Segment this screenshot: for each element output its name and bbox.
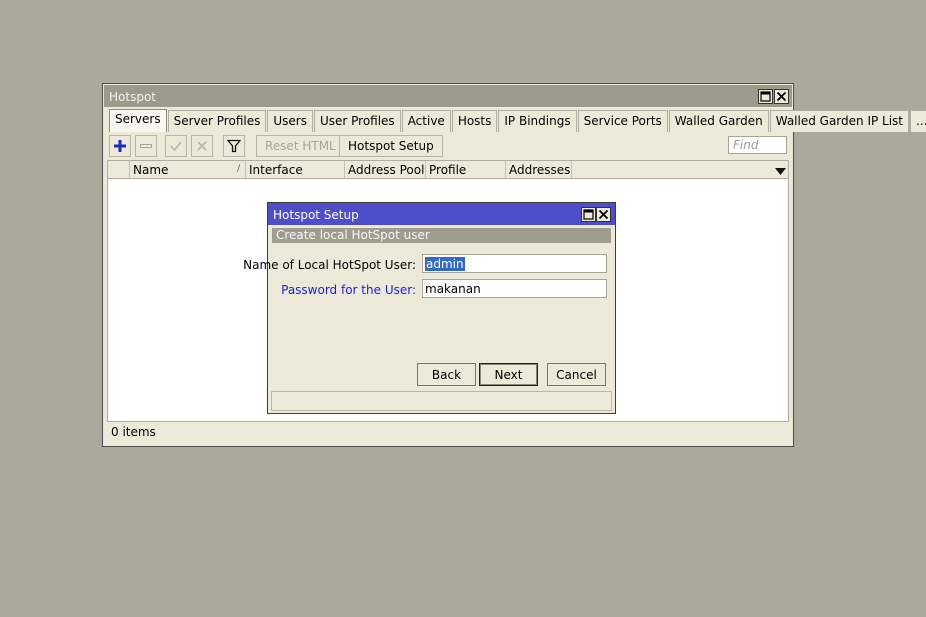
maximize-button[interactable]	[758, 89, 773, 104]
close-button[interactable]	[774, 89, 789, 104]
tab-servers[interactable]: Servers	[109, 109, 167, 132]
cross-icon	[197, 141, 207, 151]
column-address-pool[interactable]: Address Pool	[345, 161, 426, 178]
tab-walled-garden-ip-list[interactable]: Walled Garden IP List	[769, 110, 910, 132]
plus-icon	[114, 140, 126, 152]
window-titlebar[interactable]: Hotspot	[104, 85, 792, 107]
tab-ip-bindings[interactable]: IP Bindings	[498, 110, 577, 132]
tab-users[interactable]: Users	[267, 110, 313, 132]
local-user-name-value: admin	[425, 257, 465, 271]
password-value: makanan	[425, 282, 481, 296]
password-label: Password for the User:	[281, 283, 416, 297]
tab-walled-garden[interactable]: Walled Garden	[668, 110, 769, 132]
status-bar: 0 items	[111, 425, 156, 439]
local-user-name-label: Name of Local HotSpot User:	[243, 258, 416, 272]
tab-bar: Servers Server Profiles Users User Profi…	[109, 109, 926, 132]
maximize-icon	[760, 91, 771, 102]
tab-hosts[interactable]: Hosts	[451, 110, 498, 132]
hotspot-setup-dialog: Hotspot Setup Create local HotSpot user …	[243, 202, 616, 414]
column-interface[interactable]: Interface	[246, 161, 345, 178]
filter-button[interactable]	[223, 135, 245, 157]
hotspot-setup-button[interactable]: Hotspot Setup	[339, 135, 443, 157]
window-title: Hotspot	[109, 90, 156, 104]
close-icon	[776, 91, 787, 102]
dialog-step-header: Create local HotSpot user	[272, 228, 611, 243]
filter-icon	[227, 139, 241, 153]
dialog-status-bar	[271, 391, 612, 411]
remove-button[interactable]	[135, 135, 157, 157]
local-user-name-input[interactable]: admin	[422, 254, 607, 273]
close-icon	[598, 209, 609, 220]
back-button[interactable]: Back	[417, 363, 476, 386]
tab-service-ports[interactable]: Service Ports	[577, 110, 668, 132]
column-name[interactable]: Name /	[130, 161, 246, 178]
dialog-maximize-button[interactable]	[581, 207, 596, 222]
cancel-button[interactable]: Cancel	[547, 363, 606, 386]
tab-server-profiles[interactable]: Server Profiles	[167, 110, 267, 132]
disable-button[interactable]	[191, 135, 213, 157]
find-input[interactable]: Find	[728, 136, 787, 154]
chevron-down-icon	[775, 168, 786, 175]
next-button[interactable]: Next	[479, 363, 538, 386]
add-button[interactable]	[109, 135, 131, 157]
reset-html-button[interactable]: Reset HTML	[256, 135, 345, 157]
dialog-titlebar[interactable]: Hotspot Setup	[268, 203, 615, 225]
maximize-icon	[583, 209, 594, 220]
dialog-title: Hotspot Setup	[273, 208, 359, 222]
password-input[interactable]: makanan	[422, 279, 607, 298]
dialog-close-button[interactable]	[596, 207, 611, 222]
tab-active[interactable]: Active	[401, 110, 451, 132]
checkmark-icon	[170, 141, 182, 152]
minus-icon	[140, 144, 152, 148]
tab-more[interactable]: ...	[910, 110, 926, 132]
column-name-label: Name	[133, 163, 169, 177]
column-addresses[interactable]: Addresses ...	[506, 161, 572, 178]
column-flags[interactable]	[108, 161, 130, 178]
column-profile[interactable]: Profile	[426, 161, 506, 178]
enable-button[interactable]	[165, 135, 187, 157]
list-header: Name / Interface Address Pool Profile Ad…	[108, 161, 788, 179]
tab-user-profiles[interactable]: User Profiles	[313, 110, 401, 132]
column-dropdown-button[interactable]	[775, 165, 786, 179]
sort-indicator-icon: /	[236, 164, 240, 174]
toolbar: Reset HTML Hotspot Setup Find	[107, 134, 789, 159]
